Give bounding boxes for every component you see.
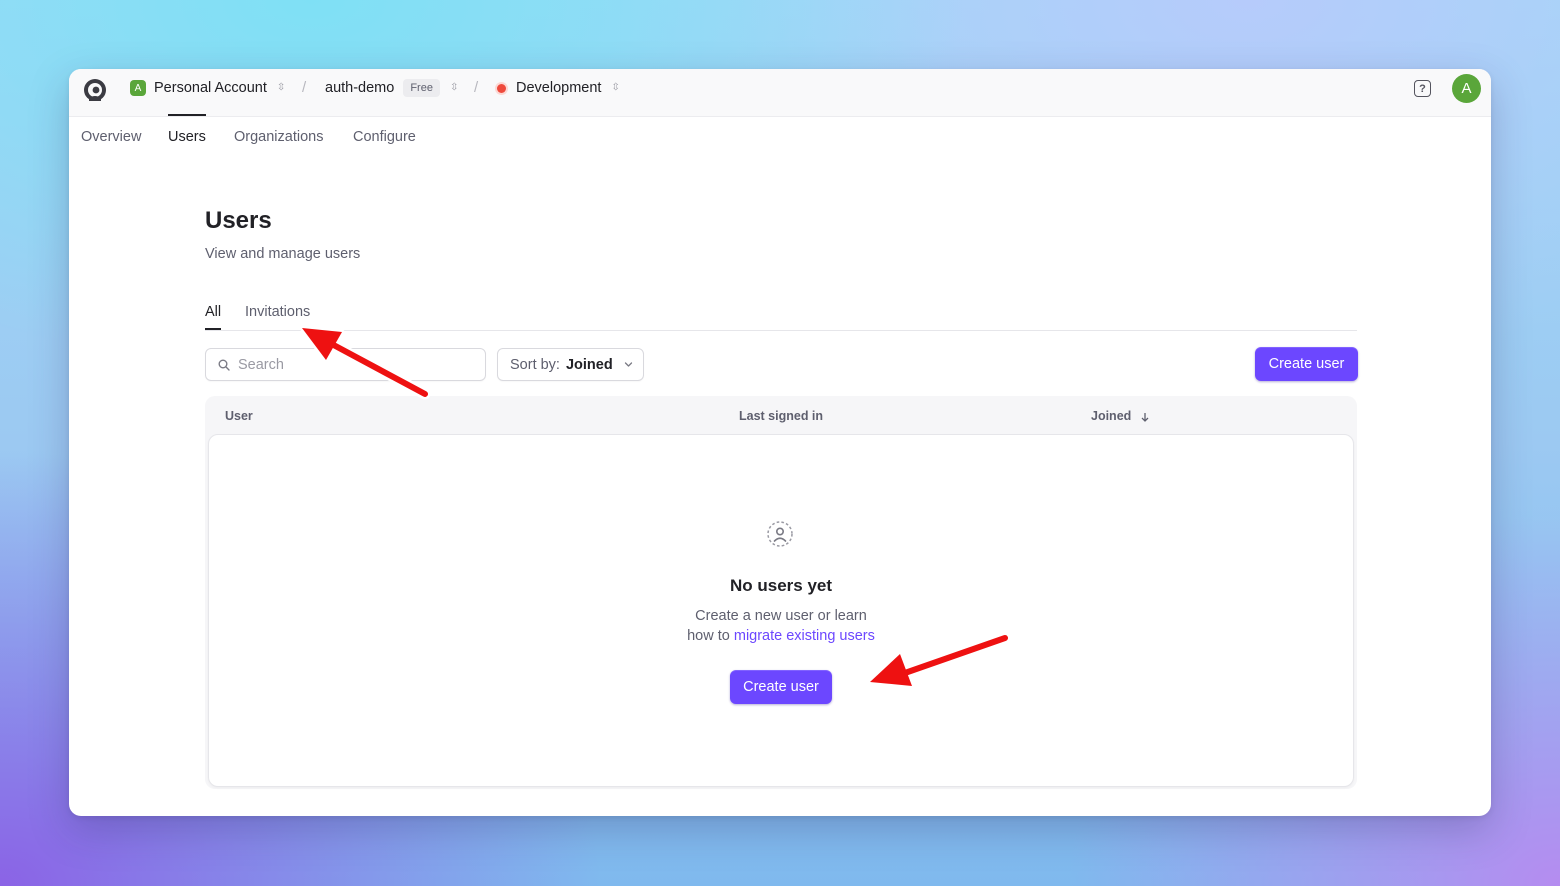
- users-table: User Last signed in Joined No users yet …: [205, 396, 1357, 789]
- column-header-joined[interactable]: Joined: [1091, 409, 1149, 423]
- breadcrumb-separator: /: [302, 79, 307, 96]
- empty-state: No users yet Create a new user or learn …: [208, 434, 1354, 787]
- empty-state-title: No users yet: [729, 576, 833, 595]
- chevron-updown-icon: ⇳: [611, 82, 620, 93]
- tab-users[interactable]: Users: [168, 114, 206, 155]
- subtab-all[interactable]: All: [205, 304, 222, 330]
- empty-state-description: Create a new user or learn how to migrat…: [209, 606, 1353, 646]
- empty-state-line1: Create a new user or learn: [695, 608, 867, 624]
- tab-overview[interactable]: Overview: [81, 129, 141, 155]
- plan-badge: Free: [403, 79, 440, 97]
- column-header-joined-label: Joined: [1091, 409, 1132, 423]
- main-nav: Overview Users Organizations Configure: [69, 114, 1491, 165]
- search-field[interactable]: [205, 348, 486, 381]
- user-avatar[interactable]: A: [1452, 74, 1481, 103]
- search-icon: [218, 359, 230, 371]
- account-label: Personal Account: [154, 80, 267, 96]
- application-switcher[interactable]: auth-demo Free ⇳: [325, 69, 458, 107]
- chevron-updown-icon: ⇳: [276, 82, 286, 93]
- sort-value: Joined: [565, 356, 613, 373]
- app-window: A Personal Account ⇳ / auth-demo Free ⇳ …: [69, 69, 1491, 816]
- user-circle-icon: [767, 521, 793, 547]
- environment-status-dot: [497, 83, 506, 93]
- breadcrumb-separator: /: [474, 79, 479, 96]
- users-subtabs: All Invitations: [205, 302, 1357, 331]
- chevron-down-icon: [624, 362, 632, 367]
- account-switcher[interactable]: A Personal Account ⇳: [130, 69, 285, 107]
- sort-label: Sort by:: [510, 356, 560, 373]
- subtab-invitations[interactable]: Invitations: [245, 304, 310, 320]
- page-subtitle: View and manage users: [205, 246, 361, 262]
- search-input[interactable]: [238, 356, 458, 373]
- column-header-last-signed-in[interactable]: Last signed in: [739, 409, 823, 423]
- create-user-button[interactable]: Create user: [1255, 347, 1358, 381]
- tab-organizations[interactable]: Organizations: [234, 129, 323, 155]
- page-title: Users: [205, 207, 272, 234]
- empty-state-create-user-button[interactable]: Create user: [730, 670, 832, 704]
- clerk-logo-icon[interactable]: [83, 77, 107, 103]
- empty-state-line2-prefix: how to: [687, 628, 734, 644]
- top-bar: A Personal Account ⇳ / auth-demo Free ⇳ …: [69, 69, 1491, 117]
- chevron-updown-icon: ⇳: [449, 82, 459, 93]
- application-label: auth-demo: [325, 80, 395, 96]
- environment-label: Development: [516, 80, 602, 96]
- sort-descending-arrow-icon: [1141, 412, 1149, 422]
- environment-switcher[interactable]: Development ⇳: [497, 69, 620, 107]
- column-header-user[interactable]: User: [225, 409, 253, 423]
- tab-configure[interactable]: Configure: [353, 129, 416, 155]
- sort-dropdown[interactable]: Sort by: Joined: [497, 348, 644, 381]
- migrate-users-link[interactable]: migrate existing users: [734, 628, 875, 644]
- help-icon[interactable]: ?: [1414, 80, 1431, 97]
- account-badge: A: [130, 80, 146, 96]
